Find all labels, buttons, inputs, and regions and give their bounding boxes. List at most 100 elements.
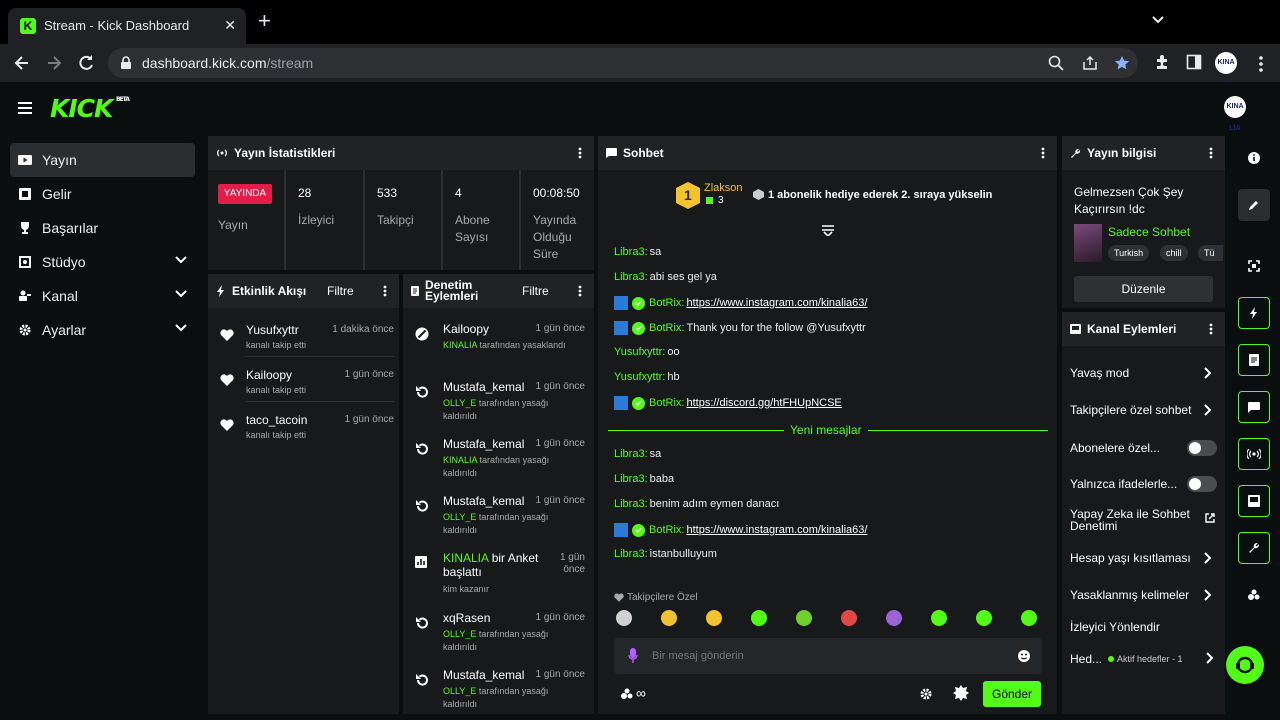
zoom-icon[interactable]	[1048, 55, 1064, 71]
extensions-icon[interactable]	[1154, 54, 1170, 70]
laptop-icon[interactable]	[1238, 485, 1270, 517]
profile-avatar[interactable]: KINA LIA	[1215, 52, 1237, 88]
emote-icon[interactable]	[796, 610, 812, 626]
pinned-user[interactable]: Zlakson	[704, 182, 743, 194]
emote-icon[interactable]	[886, 610, 902, 626]
subs-only-toggle[interactable]	[1187, 440, 1217, 456]
banned-words-item[interactable]: Yasaklanmış kelimeler	[1070, 588, 1220, 602]
account-age-item[interactable]: Hesap yaşı kısıtlaması	[1070, 551, 1220, 565]
more-icon[interactable]	[1209, 323, 1213, 335]
emote-icon[interactable]	[706, 610, 722, 626]
sidebar-item-basarilar[interactable]: Başarılar	[10, 211, 195, 245]
menu-icon[interactable]	[18, 102, 32, 114]
sidebar-item-yayin[interactable]: Yayın	[10, 143, 195, 177]
chat-message[interactable]: Libra3: sa	[614, 448, 661, 460]
tag-chip[interactable]: Turkish	[1108, 245, 1150, 261]
chevron-right-icon[interactable]	[1204, 589, 1211, 601]
chevron-right-icon[interactable]	[1204, 552, 1211, 564]
ai-moderation-item[interactable]: Yapay Zeka ile Sohbet Denetimi	[1070, 508, 1220, 532]
emote-icon[interactable]	[976, 610, 992, 626]
chevron-down-icon[interactable]	[175, 290, 187, 298]
chat-message[interactable]: Libra3: istanbulluyum	[614, 548, 717, 560]
emoji-icon[interactable]	[1018, 650, 1030, 662]
wrench-icon[interactable]	[1238, 532, 1270, 564]
side-panel-icon[interactable]	[1186, 54, 1202, 70]
goals-item[interactable]: Hed... Aktif hedefler - 1	[1070, 652, 1220, 666]
chat-message[interactable]: BotRix: https://discord.gg/htFHUpNCSE	[614, 396, 842, 410]
emotes-only-toggle[interactable]	[1187, 476, 1217, 492]
chat-message[interactable]: Yusufxyttr: hb	[614, 371, 680, 383]
emote-menu-icon[interactable]	[952, 684, 970, 702]
reload-icon[interactable]	[76, 53, 96, 73]
chevron-down-icon[interactable]	[175, 324, 187, 332]
new-tab-icon[interactable]: +	[258, 10, 271, 32]
back-icon[interactable]	[12, 53, 32, 73]
chat-message[interactable]: BotRix: Thank you for the follow @Yusufx…	[614, 321, 866, 335]
browser-tab[interactable]: K Stream - Kick Dashboard ✕	[8, 8, 246, 44]
lightning-icon[interactable]	[1238, 297, 1270, 329]
chat-input[interactable]	[652, 646, 992, 666]
user-avatar[interactable]: KINA LIA	[1224, 96, 1246, 132]
forward-icon[interactable]	[44, 53, 64, 73]
support-chat-icon[interactable]	[1226, 646, 1264, 684]
chat-message[interactable]: Yusufxyttr: oo	[614, 346, 680, 358]
collapse-icon[interactable]	[822, 224, 834, 236]
sidebar-item-kanal[interactable]: Kanal	[10, 279, 195, 313]
points-icon[interactable]	[620, 688, 634, 700]
address-bar[interactable]: dashboard.kick.com/stream	[108, 48, 1138, 78]
edit-pencil-icon[interactable]	[1238, 189, 1270, 221]
lock-icon[interactable]	[120, 56, 132, 70]
sidebar-item-gelir[interactable]: Gelir	[10, 177, 195, 211]
emote-icon[interactable]	[1021, 610, 1037, 626]
more-icon[interactable]	[578, 147, 582, 159]
tab-search-chevron-icon[interactable]	[1152, 16, 1164, 24]
broadcast-waves-icon[interactable]	[1238, 438, 1270, 470]
fullscreen-icon[interactable]	[1238, 250, 1270, 282]
chat-message[interactable]: Libra3: baba	[614, 473, 674, 485]
host-item[interactable]: İzleyici Yönlendir	[1070, 620, 1220, 634]
share-icon[interactable]	[1082, 55, 1098, 71]
sidebar-item-studyo[interactable]: Stüdyo	[10, 245, 195, 279]
chat-message[interactable]: Libra3: benim adım eymen danacı	[614, 498, 779, 510]
moderation-filter-button[interactable]: Filtre	[522, 285, 549, 297]
emote-icon[interactable]	[661, 610, 677, 626]
tab-close-icon[interactable]: ✕	[224, 17, 236, 34]
send-button[interactable]: Gönder	[983, 681, 1041, 707]
points-icon[interactable]	[1238, 579, 1270, 611]
bookmark-star-icon[interactable]	[1114, 55, 1130, 71]
kick-logo[interactable]: KICK BETA	[50, 94, 130, 123]
chat-link[interactable]: https://discord.gg/htFHUpNCSE	[686, 397, 841, 409]
activity-filter-button[interactable]: Filtre	[327, 284, 354, 298]
more-icon[interactable]	[383, 285, 387, 297]
info-icon[interactable]	[1238, 142, 1270, 174]
emote-icon[interactable]	[751, 610, 767, 626]
followers-only-item[interactable]: Takipçilere özel sohbet	[1070, 403, 1220, 417]
slow-mode-item[interactable]: Yavaş mod	[1070, 366, 1220, 380]
more-icon[interactable]	[1041, 147, 1045, 159]
chat-message[interactable]: Libra3: sa	[614, 246, 661, 258]
tag-chip[interactable]: chill	[1160, 245, 1188, 261]
chat-message[interactable]: BotRix: https://www.instagram.com/kinalia…	[614, 296, 867, 310]
chevron-right-icon[interactable]	[1204, 404, 1211, 416]
sidebar-item-ayarlar[interactable]: Ayarlar	[10, 313, 195, 347]
chevron-right-icon[interactable]	[1206, 652, 1213, 664]
chat-message[interactable]: Libra3: abi ses gel ya	[614, 271, 717, 283]
tag-chip[interactable]: Tü	[1198, 245, 1223, 261]
external-link-icon[interactable]	[1205, 513, 1215, 523]
category-thumbnail[interactable]	[1074, 224, 1102, 262]
chat-link[interactable]: https://www.instagram.com/kinalia63/	[686, 524, 867, 536]
chat-input-box[interactable]	[614, 638, 1042, 674]
document-icon[interactable]	[1238, 344, 1270, 376]
more-icon[interactable]	[1209, 147, 1213, 159]
mic-icon[interactable]	[628, 648, 638, 664]
chevron-down-icon[interactable]	[175, 256, 187, 264]
gear-icon[interactable]	[920, 688, 932, 700]
emote-icon[interactable]	[931, 610, 947, 626]
chrome-menu-icon[interactable]	[1259, 56, 1263, 72]
more-icon[interactable]	[578, 285, 582, 297]
emote-icon[interactable]	[616, 610, 632, 626]
chat-bubble-icon[interactable]	[1238, 391, 1270, 423]
chevron-right-icon[interactable]	[1204, 367, 1211, 379]
chat-message[interactable]: BotRix: https://www.instagram.com/kinalia…	[614, 523, 867, 537]
category-name[interactable]: Sadece Sohbet	[1108, 225, 1190, 239]
